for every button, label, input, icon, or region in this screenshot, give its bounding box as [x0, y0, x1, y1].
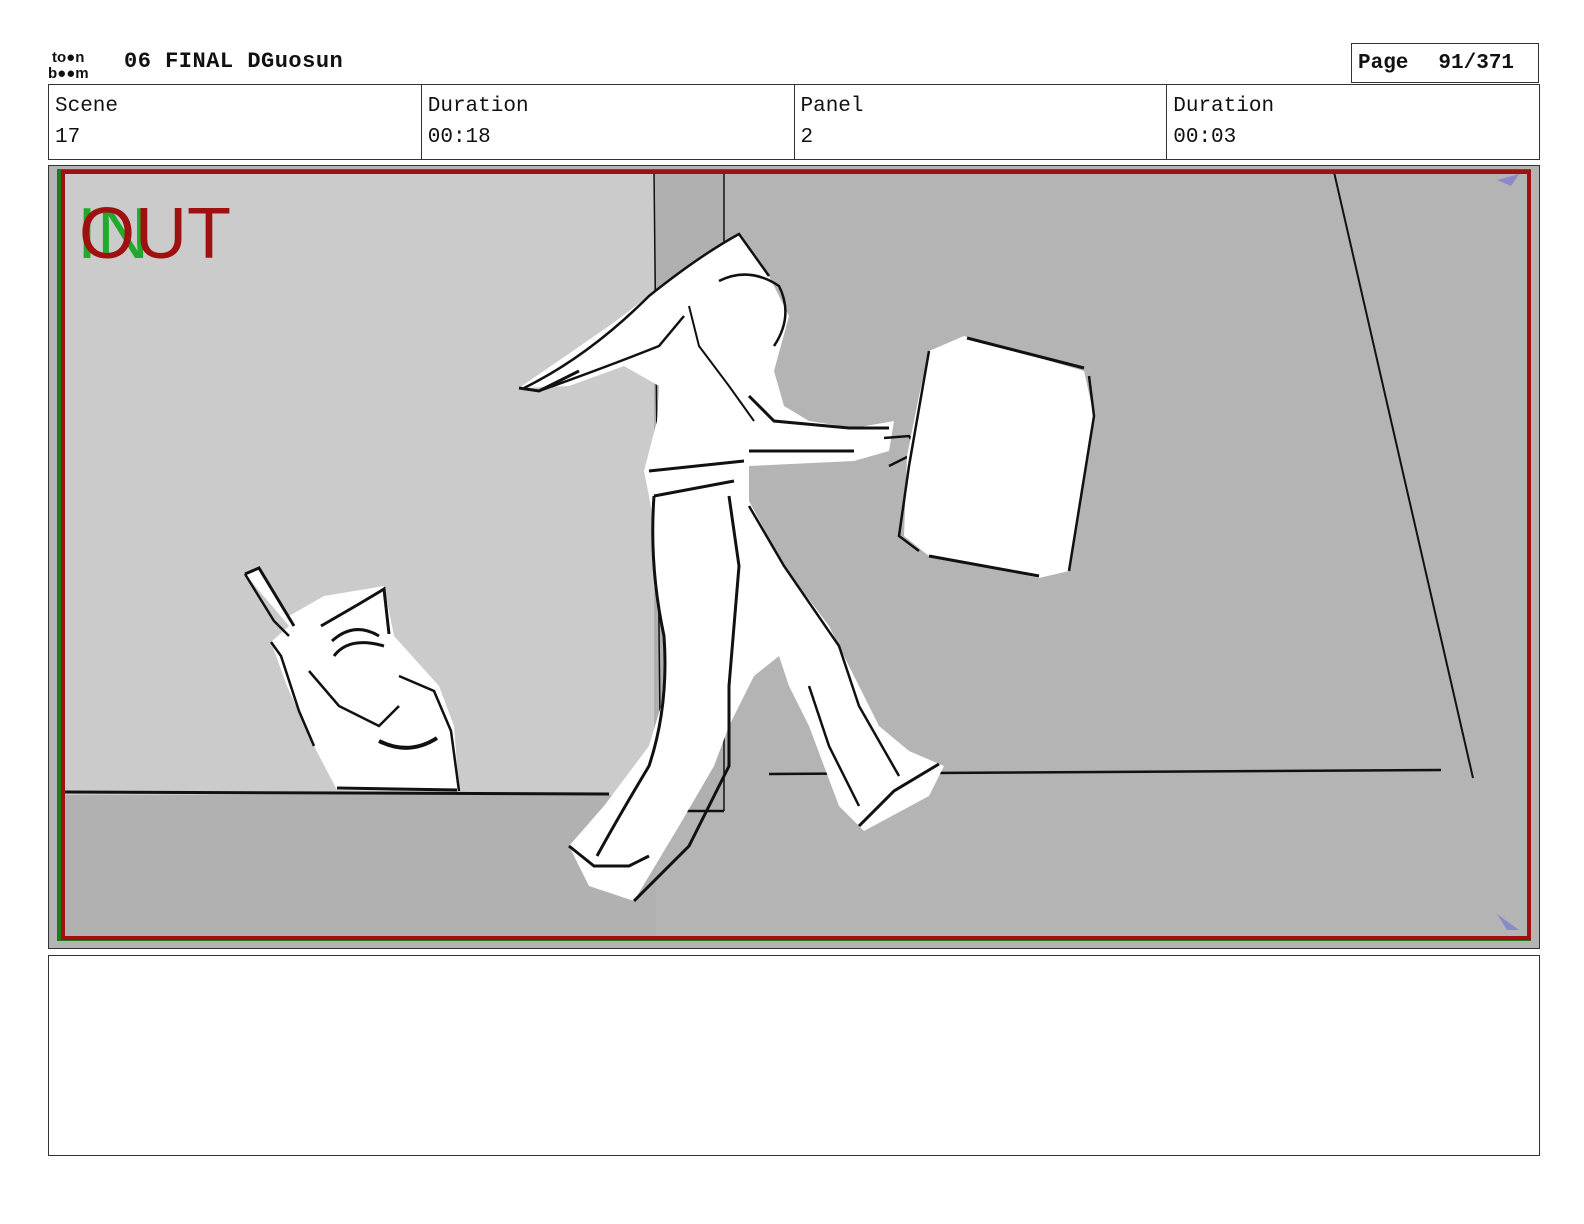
document-title: 06 FINAL DGuosun — [124, 49, 344, 74]
scene-label: Scene — [55, 95, 119, 118]
floor — [61, 795, 656, 940]
logo-text-bottom: b●●m — [48, 65, 89, 80]
logo-text-top: to●n — [52, 49, 84, 66]
page-label: Page — [1358, 51, 1409, 75]
panel-duration-label: Duration — [1173, 95, 1275, 118]
toonboom-logo: to●n b●●m — [48, 48, 106, 82]
scene-duration-label: Duration — [427, 95, 529, 118]
out-marker: OUT — [79, 194, 231, 274]
storyboard-panel: IN OUT — [48, 165, 1540, 949]
panel-label: Panel — [800, 95, 864, 118]
panel-cell: Panel 2 — [795, 85, 1168, 159]
notes-box[interactable] — [48, 955, 1540, 1156]
page-value: 91/371 — [1438, 51, 1515, 75]
scene-duration-cell: Duration 00:18 — [422, 85, 795, 159]
panel-duration-cell: Duration 00:03 — [1167, 85, 1539, 159]
info-row: Scene 17 Duration 00:18 Panel 2 Duration… — [48, 84, 1540, 160]
scene-duration-value: 00:18 — [427, 126, 491, 149]
panel-drawing: IN OUT — [49, 166, 1539, 948]
panel-value: 2 — [800, 126, 814, 149]
panel-duration-value: 00:03 — [1173, 126, 1237, 149]
box — [897, 336, 1096, 578]
scene-value: 17 — [55, 126, 81, 149]
page-indicator: Page 91/371 — [1351, 43, 1539, 83]
scene-cell: Scene 17 — [49, 85, 422, 159]
